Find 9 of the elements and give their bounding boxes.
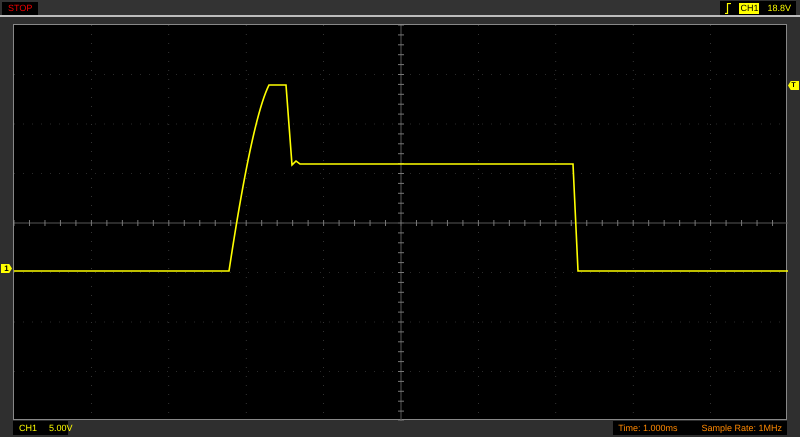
sample-rate: Sample Rate: 1MHz [701, 422, 782, 435]
volts-per-division: 5.00V [49, 422, 73, 435]
rising-edge-icon [725, 2, 732, 14]
trigger-level: 18.8V [767, 2, 791, 15]
run-status[interactable]: STOP [2, 2, 38, 15]
trigger-channel: CH1 [739, 2, 760, 14]
channel-label: CH1 [19, 422, 38, 435]
channel-marker[interactable]: 1 [1, 264, 12, 273]
time-base: Time: 1.000ms [618, 422, 678, 435]
